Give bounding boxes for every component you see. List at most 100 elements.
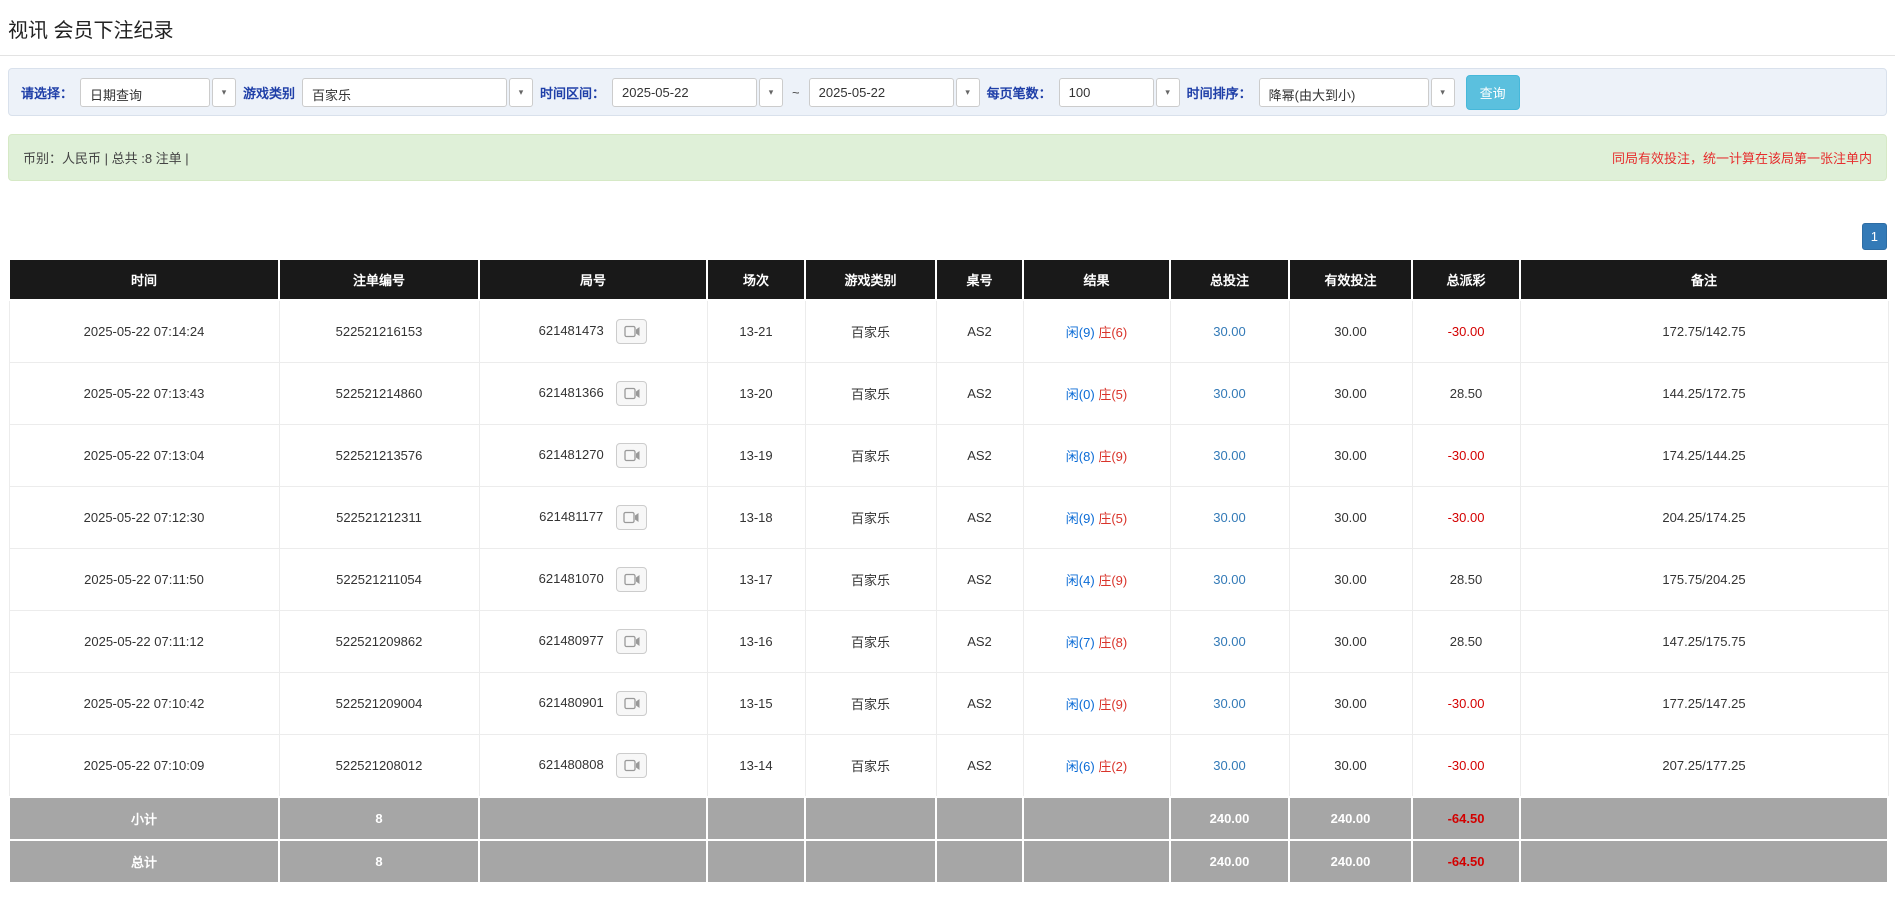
filter-bar: 请选择： 日期查询 ▾ 游戏类别 百家乐 ▾ 时间区间： 2025-05-22 … — [8, 68, 1887, 116]
game-type-select[interactable]: 百家乐 ▾ — [302, 77, 534, 107]
chevron-down-icon[interactable]: ▾ — [1430, 77, 1455, 107]
header-session: 场次 — [706, 258, 806, 301]
result-player: 闲(6) — [1065, 759, 1095, 774]
round-id: 621480901 — [538, 694, 604, 710]
result-banker: 庄(9) — [1098, 573, 1128, 588]
chevron-down-icon[interactable]: ▾ — [212, 77, 237, 107]
cell-remark: 147.25/175.75 — [1519, 610, 1889, 673]
subtotal-total-bet: 240.00 — [1169, 796, 1290, 841]
sort-order-value[interactable]: 降幂(由大到小) — [1258, 77, 1429, 107]
result-player: 闲(0) — [1065, 387, 1095, 402]
date-from-select[interactable]: 2025-05-22 ▾ — [612, 77, 784, 107]
page-size-value[interactable]: 100 — [1058, 77, 1154, 107]
query-type-select[interactable]: 日期查询 ▾ — [80, 77, 237, 107]
header-time: 时间 — [8, 258, 280, 301]
table-row: 2025-05-22 07:11:50 522521211054 6214810… — [8, 548, 1889, 611]
cell-round: 621481473 — [478, 299, 708, 363]
page-header: 视讯 会员下注纪录 — [0, 0, 1895, 56]
query-type-label: 请选择： — [21, 85, 74, 101]
game-type-value[interactable]: 百家乐 — [302, 77, 508, 107]
video-replay-button[interactable] — [615, 505, 647, 530]
cell-session: 13-18 — [706, 486, 806, 549]
video-replay-button[interactable] — [616, 567, 648, 592]
total-bet-link[interactable]: 30.00 — [1213, 696, 1246, 711]
total-bet-link[interactable]: 30.00 — [1213, 634, 1246, 649]
cell-table: AS2 — [935, 424, 1024, 487]
cell-payout: 28.50 — [1411, 548, 1521, 611]
cell-bet-id: 522521216153 — [278, 299, 480, 363]
cell-session: 13-15 — [706, 672, 806, 735]
result-player: 闲(9) — [1065, 511, 1095, 526]
chevron-down-icon[interactable]: ▾ — [509, 77, 534, 107]
cell-round: 621481177 — [478, 486, 708, 549]
video-replay-button[interactable] — [616, 443, 648, 468]
table-row: 2025-05-22 07:12:30 522521212311 6214811… — [8, 486, 1889, 549]
cell-time: 2025-05-22 07:12:30 — [8, 486, 280, 549]
table-row: 2025-05-22 07:13:04 522521213576 6214812… — [8, 424, 1889, 487]
subtotal-valid-bet: 240.00 — [1288, 796, 1413, 841]
date-to-select[interactable]: 2025-05-22 ▾ — [808, 77, 980, 107]
total-bet-link[interactable]: 30.00 — [1213, 386, 1246, 401]
date-to-value[interactable]: 2025-05-22 — [808, 77, 954, 107]
round-id: 621481270 — [538, 446, 604, 462]
subtotal-count: 8 — [278, 796, 480, 841]
total-bet-link[interactable]: 30.00 — [1213, 324, 1246, 339]
cell-valid-bet: 30.00 — [1288, 424, 1413, 487]
bet-records-table: 时间 注单编号 局号 场次 游戏类别 桌号 结果 总投注 有效投注 总派彩 备注… — [8, 258, 1889, 884]
chevron-down-icon[interactable]: ▾ — [759, 77, 784, 107]
cell-round: 621480808 — [478, 734, 708, 798]
total-bet-link[interactable]: 30.00 — [1213, 758, 1246, 773]
total-bet-link[interactable]: 30.00 — [1213, 572, 1246, 587]
cell-bet-id: 522521212311 — [278, 486, 480, 549]
cell-remark: 177.25/147.25 — [1519, 672, 1889, 735]
video-replay-button[interactable] — [616, 629, 648, 654]
video-replay-button[interactable] — [616, 753, 648, 778]
cell-payout: -30.00 — [1411, 734, 1521, 798]
cell-result: 闲(4) 庄(9) — [1022, 548, 1171, 611]
cell-round: 621480977 — [478, 610, 708, 673]
empty-cell — [706, 796, 806, 841]
cell-game: 百家乐 — [804, 424, 937, 487]
sort-order-select[interactable]: 降幂(由大到小) ▾ — [1258, 77, 1455, 107]
total-bet-link[interactable]: 30.00 — [1213, 510, 1246, 525]
video-replay-button[interactable] — [616, 691, 648, 716]
subtotal-label: 小计 — [8, 796, 280, 841]
cell-payout: -30.00 — [1411, 486, 1521, 549]
total-row: 总计 8 240.00 240.00 -64.50 — [8, 839, 1889, 884]
table-row: 2025-05-22 07:10:09 522521208012 6214808… — [8, 734, 1889, 798]
video-replay-button[interactable] — [616, 319, 648, 344]
pagination: 1 — [8, 223, 1887, 250]
cell-bet-id: 522521209004 — [278, 672, 480, 735]
date-range-label: 时间区间： — [540, 85, 606, 101]
cell-valid-bet: 30.00 — [1288, 610, 1413, 673]
cell-result: 闲(9) 庄(6) — [1022, 299, 1171, 363]
cell-table: AS2 — [935, 362, 1024, 425]
summary-currency-count: 币别：人民币 | 总共 :8 注单 | — [23, 151, 189, 166]
cell-remark: 204.25/174.25 — [1519, 486, 1889, 549]
header-payout: 总派彩 — [1411, 258, 1521, 301]
table-row: 2025-05-22 07:14:24 522521216153 6214814… — [8, 299, 1889, 363]
cell-time: 2025-05-22 07:13:43 — [8, 362, 280, 425]
query-type-value[interactable]: 日期查询 — [80, 77, 211, 107]
round-id: 621481473 — [538, 322, 604, 338]
cell-payout: -30.00 — [1411, 672, 1521, 735]
chevron-down-icon[interactable]: ▾ — [955, 77, 980, 107]
table-row: 2025-05-22 07:13:43 522521214860 6214813… — [8, 362, 1889, 425]
search-button[interactable]: 查询 — [1465, 74, 1520, 110]
cell-bet-id: 522521211054 — [278, 548, 480, 611]
page-size-select[interactable]: 100 ▾ — [1058, 77, 1180, 107]
cell-time: 2025-05-22 07:14:24 — [8, 299, 280, 363]
cell-valid-bet: 30.00 — [1288, 362, 1413, 425]
round-id: 621481366 — [538, 384, 604, 400]
video-replay-button[interactable] — [616, 381, 648, 406]
pagination-page-1[interactable]: 1 — [1861, 223, 1887, 250]
cell-game: 百家乐 — [804, 734, 937, 798]
table-header: 时间 注单编号 局号 场次 游戏类别 桌号 结果 总投注 有效投注 总派彩 备注 — [8, 258, 1889, 301]
cell-valid-bet: 30.00 — [1288, 548, 1413, 611]
total-bet-link[interactable]: 30.00 — [1213, 448, 1246, 463]
date-from-value[interactable]: 2025-05-22 — [612, 77, 758, 107]
cell-payout: 28.50 — [1411, 610, 1521, 673]
table-row: 2025-05-22 07:11:12 522521209862 6214809… — [8, 610, 1889, 673]
chevron-down-icon[interactable]: ▾ — [1155, 77, 1180, 107]
empty-cell — [478, 796, 708, 841]
